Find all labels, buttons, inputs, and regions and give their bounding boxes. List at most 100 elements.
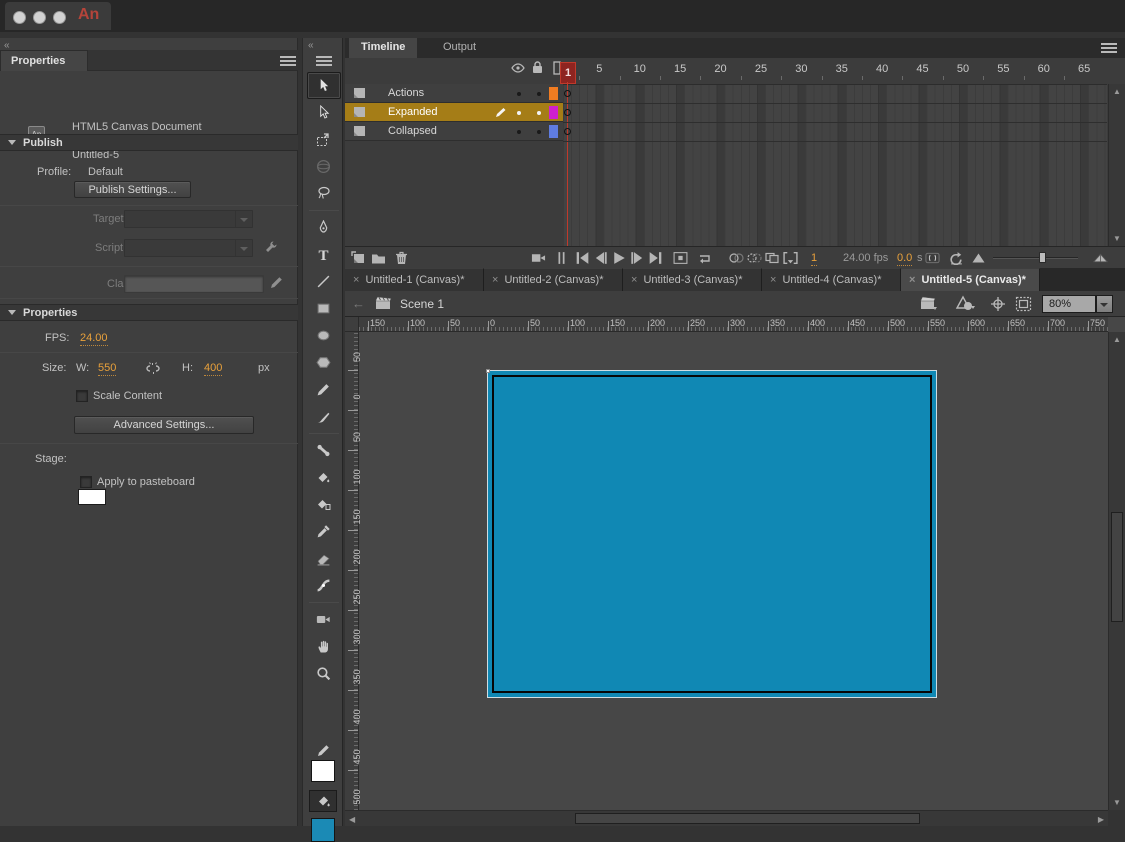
onion-range-icon[interactable]: [925, 250, 940, 266]
subselection-tool[interactable]: [307, 99, 341, 126]
layer-color-chip[interactable]: [549, 106, 558, 119]
brush-tool[interactable]: [307, 403, 341, 430]
layer-toggle-dot[interactable]: [537, 92, 541, 96]
wrench-icon[interactable]: [264, 240, 278, 254]
rotation-3d-tool[interactable]: [307, 153, 341, 180]
height-value[interactable]: 400: [204, 362, 222, 376]
layer-toggle-dot[interactable]: [517, 92, 521, 96]
loop-icon[interactable]: [697, 250, 712, 266]
zoom-dropdown-button[interactable]: [1096, 295, 1113, 313]
selection-tool[interactable]: [307, 72, 341, 99]
layer-row-actions[interactable]: Actions: [345, 84, 563, 103]
layer-name[interactable]: Actions: [388, 87, 424, 99]
edit-multiple-frames-icon[interactable]: [765, 250, 780, 266]
pencil-edit-icon[interactable]: [270, 276, 283, 289]
text-tool[interactable]: T: [307, 241, 341, 268]
scroll-up-icon[interactable]: ▲: [1113, 335, 1121, 344]
ink-bottle-tool[interactable]: [307, 491, 341, 518]
pen-tool[interactable]: [307, 214, 341, 241]
timeline-vertical-scrollbar[interactable]: ▲ ▼: [1108, 84, 1125, 246]
stroke-color-swatch[interactable]: [311, 760, 335, 782]
lasso-tool[interactable]: [307, 180, 341, 207]
tab-properties[interactable]: Properties: [0, 50, 88, 71]
pencil-tool[interactable]: [307, 376, 341, 403]
step-forward-icon[interactable]: [630, 250, 645, 266]
document-tab-1[interactable]: ×Untitled-1 (Canvas)*: [345, 268, 484, 291]
tab-timeline[interactable]: Timeline: [349, 38, 417, 58]
eyedropper-tool[interactable]: [307, 518, 341, 545]
scroll-down-icon[interactable]: ▼: [1113, 234, 1121, 243]
playhead-frame-indicator[interactable]: 1: [560, 62, 576, 84]
eraser-tool[interactable]: [307, 545, 341, 572]
zoom-in-tri-icon[interactable]: [1093, 250, 1108, 266]
clip-content-icon[interactable]: [1015, 296, 1032, 312]
fps-value[interactable]: 24.00: [80, 332, 108, 346]
paint-bucket-tool[interactable]: [307, 464, 341, 491]
close-tab-icon[interactable]: ×: [353, 274, 359, 286]
parent-view-icon[interactable]: [554, 250, 569, 266]
window-minimize-button[interactable]: [33, 11, 46, 24]
polystar-tool[interactable]: [307, 349, 341, 376]
new-layer-icon[interactable]: [351, 250, 366, 266]
layer-name[interactable]: Expanded: [388, 106, 438, 118]
layer-color-chip[interactable]: [549, 125, 558, 138]
layer-color-chip[interactable]: [549, 87, 558, 100]
scroll-right-icon[interactable]: ▶: [1098, 815, 1104, 824]
step-back-icon[interactable]: [593, 250, 608, 266]
document-tab-5[interactable]: ×Untitled-5 (Canvas)*: [901, 268, 1040, 291]
document-tab-2[interactable]: ×Untitled-2 (Canvas)*: [484, 268, 623, 291]
horizontal-scroll-thumb[interactable]: [575, 813, 920, 824]
delete-layer-icon[interactable]: [394, 250, 409, 266]
bone-tool[interactable]: [307, 437, 341, 464]
vertical-scroll-thumb[interactable]: [1111, 512, 1123, 622]
eye-icon[interactable]: [511, 63, 525, 73]
playhead-line[interactable]: [567, 82, 568, 246]
publish-section-header[interactable]: Publish: [0, 134, 298, 151]
center-stage-icon[interactable]: [990, 296, 1006, 312]
canvas-horizontal-scrollbar[interactable]: ◀ ▶: [345, 810, 1108, 826]
apply-pasteboard-checkbox[interactable]: [80, 476, 92, 488]
keyframe-frame-1[interactable]: [564, 128, 571, 135]
add-camera-icon[interactable]: [531, 250, 546, 266]
canvas-vertical-scrollbar[interactable]: ▲ ▼: [1108, 332, 1125, 810]
layer-toggle-dot[interactable]: [537, 111, 541, 115]
onion-outlines-icon[interactable]: [747, 250, 762, 266]
oval-tool[interactable]: [307, 322, 341, 349]
elapsed-time-value[interactable]: 0.0: [897, 250, 912, 266]
back-arrow-icon[interactable]: ←: [352, 296, 365, 311]
lock-icon[interactable]: [532, 61, 543, 74]
panel-menu-icon[interactable]: [1101, 43, 1117, 53]
layer-toggle-dot[interactable]: [517, 111, 521, 115]
stage-color-swatch[interactable]: [78, 489, 106, 505]
first-frame-icon[interactable]: [575, 250, 590, 266]
document-tab-3[interactable]: ×Untitled-3 (Canvas)*: [623, 268, 762, 291]
close-tab-icon[interactable]: ×: [770, 274, 776, 286]
panel-menu-icon[interactable]: [316, 56, 332, 66]
collapse-panel-icon[interactable]: «: [308, 40, 314, 51]
layer-name[interactable]: Collapsed: [388, 125, 437, 137]
layer-row-expanded[interactable]: Expanded: [345, 103, 563, 122]
keyframe-frame-1[interactable]: [564, 90, 571, 97]
zoom-tool[interactable]: [307, 660, 341, 687]
stage-canvas-area[interactable]: 1501005005010015020025030035040045050055…: [345, 317, 1125, 826]
timeline-frames-grid[interactable]: [563, 84, 1107, 246]
close-tab-icon[interactable]: ×: [631, 274, 637, 286]
scale-content-checkbox[interactable]: [76, 390, 88, 402]
edit-symbols-icon[interactable]: [955, 295, 977, 312]
camera-tool[interactable]: [307, 606, 341, 633]
window-zoom-button[interactable]: [53, 11, 66, 24]
center-frame-icon[interactable]: [673, 250, 688, 266]
width-tool[interactable]: [307, 572, 341, 599]
zoom-out-tri-icon[interactable]: [971, 250, 986, 266]
current-frame-value[interactable]: 1: [811, 250, 817, 266]
close-tab-icon[interactable]: ×: [492, 274, 498, 286]
zoom-level-field[interactable]: 80%: [1042, 295, 1096, 313]
reset-timeline-zoom-icon[interactable]: [949, 250, 964, 266]
line-tool[interactable]: [307, 268, 341, 295]
selection-handle[interactable]: [486, 369, 490, 373]
stage[interactable]: [487, 370, 937, 698]
layer-row-collapsed[interactable]: Collapsed: [345, 122, 563, 141]
window-close-button[interactable]: [13, 11, 26, 24]
scroll-up-icon[interactable]: ▲: [1113, 87, 1121, 96]
frame-rate-value[interactable]: 24.00 fps: [843, 250, 888, 266]
